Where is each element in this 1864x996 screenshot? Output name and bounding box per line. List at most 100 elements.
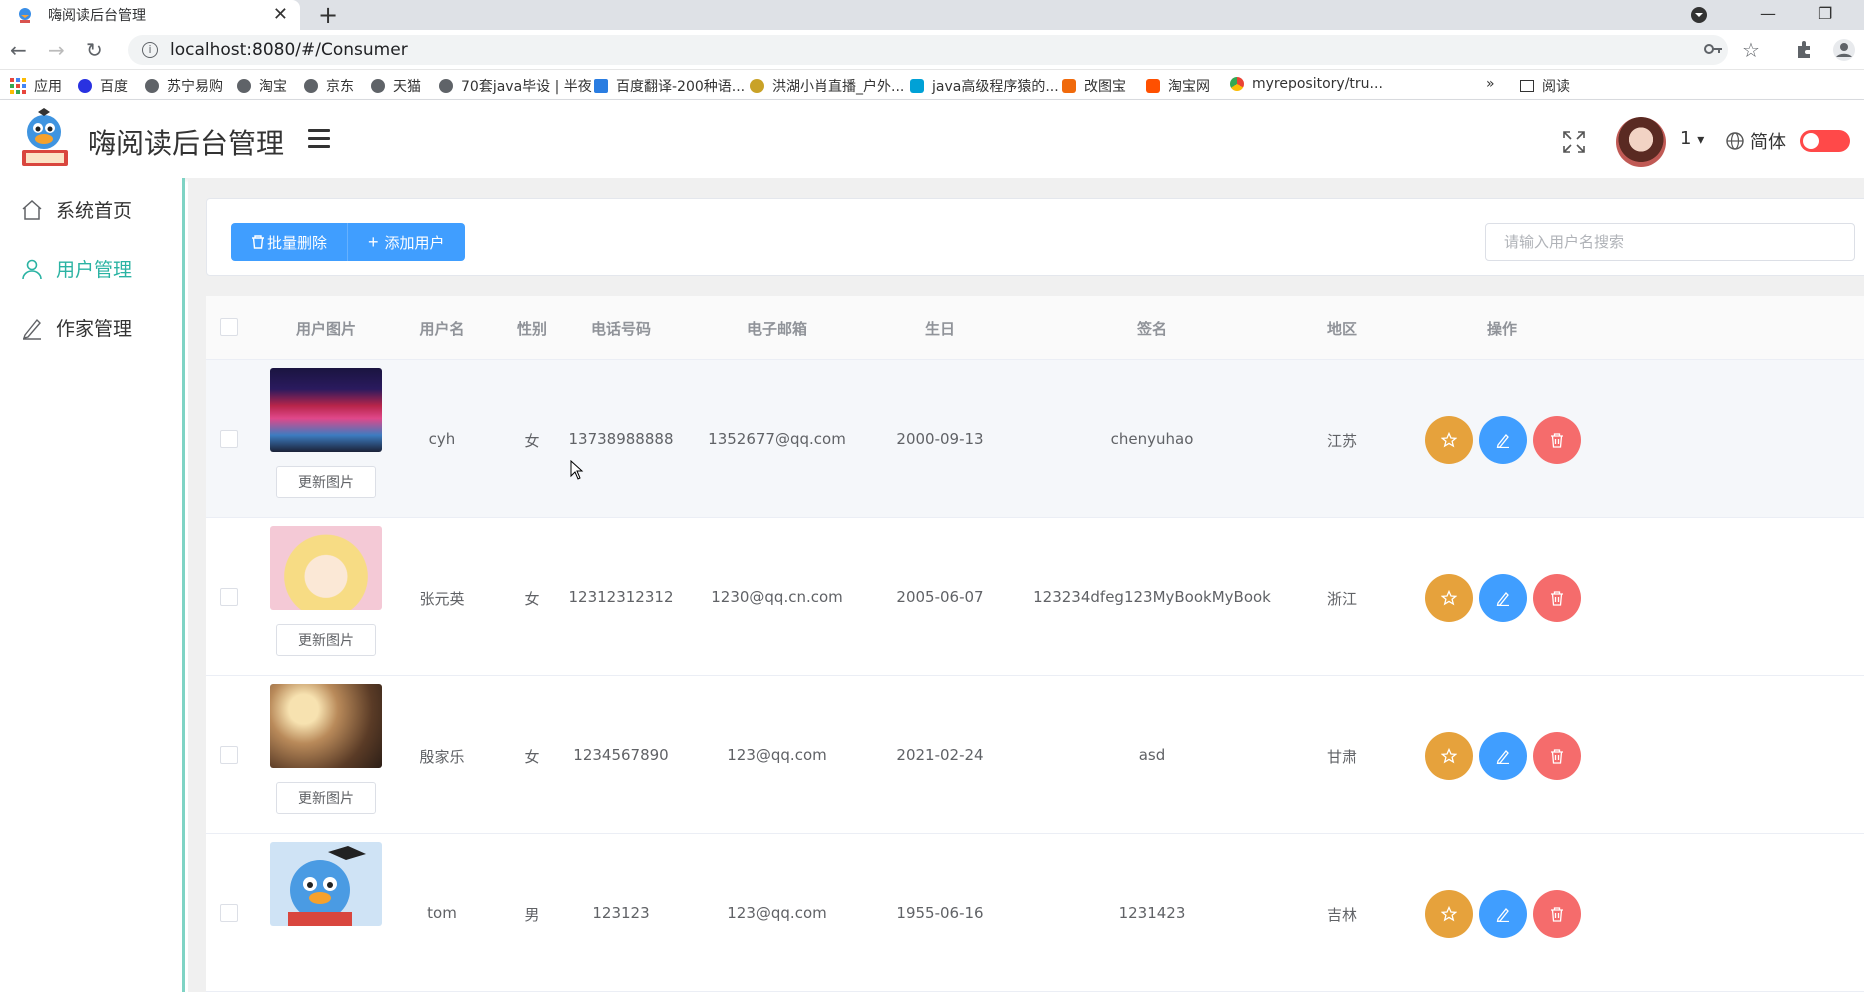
sidebar-item-home[interactable]: 系统首页 — [20, 196, 132, 223]
favorite-button[interactable] — [1425, 574, 1473, 622]
bookmark-suning[interactable]: 苏宁易购 — [145, 76, 223, 96]
bookmark-baidu[interactable]: 百度 — [78, 76, 128, 96]
globe-icon — [237, 79, 251, 93]
bookmark-taobao[interactable]: 淘宝 — [237, 76, 287, 96]
cell-username: cyh — [428, 430, 456, 448]
col-actions[interactable]: 操作 — [1487, 318, 1517, 339]
reading-list[interactable]: 阅读 — [1520, 76, 1570, 96]
edit-icon — [1496, 434, 1509, 448]
apps-grid-icon — [10, 78, 26, 94]
cell-signature: asd — [1138, 746, 1166, 764]
close-tab-icon[interactable]: ✕ — [273, 4, 288, 25]
delete-button[interactable] — [1533, 416, 1581, 464]
edit-button[interactable] — [1479, 890, 1527, 938]
trash-icon — [1551, 749, 1563, 764]
bookmark-bilibili[interactable]: java高级程序猿的... — [910, 76, 1059, 96]
info-icon[interactable]: i — [142, 42, 158, 58]
row-checkbox[interactable] — [220, 588, 238, 606]
fullscreen-icon[interactable] — [1562, 130, 1586, 154]
col-phone[interactable]: 电话号码 — [591, 318, 651, 339]
extensions-icon[interactable] — [1794, 40, 1814, 60]
sidebar-item-users[interactable]: 用户管理 — [20, 255, 132, 282]
user-image — [270, 684, 382, 768]
col-username[interactable]: 用户名 — [419, 318, 464, 339]
col-email[interactable]: 电子邮箱 — [747, 318, 807, 339]
edit-button[interactable] — [1479, 416, 1527, 464]
chrome-icon — [1230, 77, 1244, 91]
cell-email: 123@qq.com — [727, 746, 827, 764]
bird-icon — [750, 79, 764, 93]
bookmark-taobao-net[interactable]: 淘宝网 — [1146, 76, 1210, 96]
favorite-button[interactable] — [1425, 416, 1473, 464]
table-row: 更新图片 殷家乐 女 1234567890 123@qq.com 2021-02… — [206, 676, 1864, 834]
bookmark-star-icon[interactable]: ☆ — [1742, 38, 1760, 62]
users-table: 用户图片 用户名 性别 电话号码 电子邮箱 生日 签名 地区 操作 更新图片 c… — [206, 296, 1864, 996]
duck-logo-icon — [22, 108, 68, 166]
cell-birthday: 1955-06-16 — [896, 904, 984, 922]
bookmark-apps[interactable]: 应用 — [10, 76, 62, 96]
select-all-checkbox[interactable] — [220, 318, 238, 336]
cell-gender: 女 — [524, 590, 540, 608]
delete-button[interactable] — [1533, 890, 1581, 938]
language-switch[interactable]: 简体 — [1726, 128, 1786, 154]
batch-delete-button[interactable]: 批量删除 — [231, 223, 349, 261]
favorite-button[interactable] — [1425, 732, 1473, 780]
duck-favicon-icon — [19, 8, 31, 23]
reload-icon[interactable]: ↻ — [86, 38, 103, 62]
url-field[interactable]: i localhost:8080/#/Consumer — [128, 35, 1728, 65]
user-avatar[interactable] — [1616, 117, 1666, 167]
forward-icon[interactable]: → — [48, 38, 65, 62]
edit-button[interactable] — [1479, 732, 1527, 780]
add-user-button[interactable]: + 添加用户 — [348, 223, 465, 261]
cell-phone: 123123 — [592, 904, 650, 922]
row-checkbox[interactable] — [220, 430, 238, 448]
theme-toggle[interactable] — [1800, 130, 1850, 152]
col-region[interactable]: 地区 — [1327, 318, 1357, 339]
new-tab-icon[interactable]: + — [318, 1, 338, 29]
key-icon[interactable] — [1704, 41, 1724, 57]
restore-icon[interactable]: ❐ — [1818, 4, 1832, 23]
col-birthday[interactable]: 生日 — [925, 318, 955, 339]
update-image-button[interactable]: 更新图片 — [276, 782, 376, 814]
toolbar-card: 批量删除 + 添加用户 — [206, 198, 1864, 276]
bookmark-gaitubao[interactable]: 改图宝 — [1062, 76, 1126, 96]
col-signature[interactable]: 签名 — [1137, 318, 1167, 339]
star-icon — [1441, 748, 1457, 764]
delete-button[interactable] — [1533, 574, 1581, 622]
back-icon[interactable]: ← — [10, 38, 27, 62]
sidebar-item-authors[interactable]: 作家管理 — [20, 314, 132, 341]
update-image-button[interactable]: 更新图片 — [276, 466, 376, 498]
cell-signature: chenyuhao — [1110, 430, 1194, 448]
delete-button[interactable] — [1533, 732, 1581, 780]
table-row: tom 男 123123 123@qq.com 1955-06-16 12314… — [206, 834, 1864, 992]
mouse-cursor-icon — [570, 460, 584, 480]
cell-phone: 12312312312 — [568, 588, 674, 606]
bookmark-java-projects[interactable]: 70套java毕设 | 半夜 — [439, 76, 592, 96]
bookmark-baidu-translate[interactable]: 百度翻译-200种语... — [594, 76, 745, 96]
user-image — [270, 526, 382, 610]
update-image-button[interactable]: 更新图片 — [276, 624, 376, 656]
star-icon — [1441, 432, 1457, 448]
bilibili-icon — [910, 79, 924, 93]
account-icon[interactable] — [1832, 38, 1856, 62]
col-gender[interactable]: 性别 — [517, 318, 547, 339]
bookmark-tmall[interactable]: 天猫 — [371, 76, 421, 96]
search-input[interactable] — [1485, 223, 1855, 261]
row-checkbox[interactable] — [220, 904, 238, 922]
cell-gender: 女 — [524, 432, 540, 450]
bookmark-jd[interactable]: 京东 — [304, 76, 354, 96]
minimize-icon[interactable]: — — [1760, 4, 1776, 23]
menu-toggle-icon[interactable] — [308, 129, 330, 149]
edit-button[interactable] — [1479, 574, 1527, 622]
bookmark-myrepository[interactable]: myrepository/tru... — [1230, 76, 1383, 92]
col-user-image[interactable]: 用户图片 — [296, 318, 356, 339]
edit-icon — [1496, 592, 1509, 606]
row-checkbox[interactable] — [220, 746, 238, 764]
favorite-button[interactable] — [1425, 890, 1473, 938]
more-bookmarks-icon[interactable]: » — [1486, 76, 1495, 92]
bookmark-live[interactable]: 洪湖小肖直播_户外... — [750, 76, 904, 96]
cell-signature: 123234dfeg123MyBookMyBook — [1033, 588, 1271, 606]
profile-menu-icon[interactable] — [1690, 6, 1708, 24]
browser-tab[interactable]: 嗨阅读后台管理 ✕ — [0, 0, 300, 30]
user-dropdown[interactable]: 1 ▾ — [1680, 128, 1704, 149]
